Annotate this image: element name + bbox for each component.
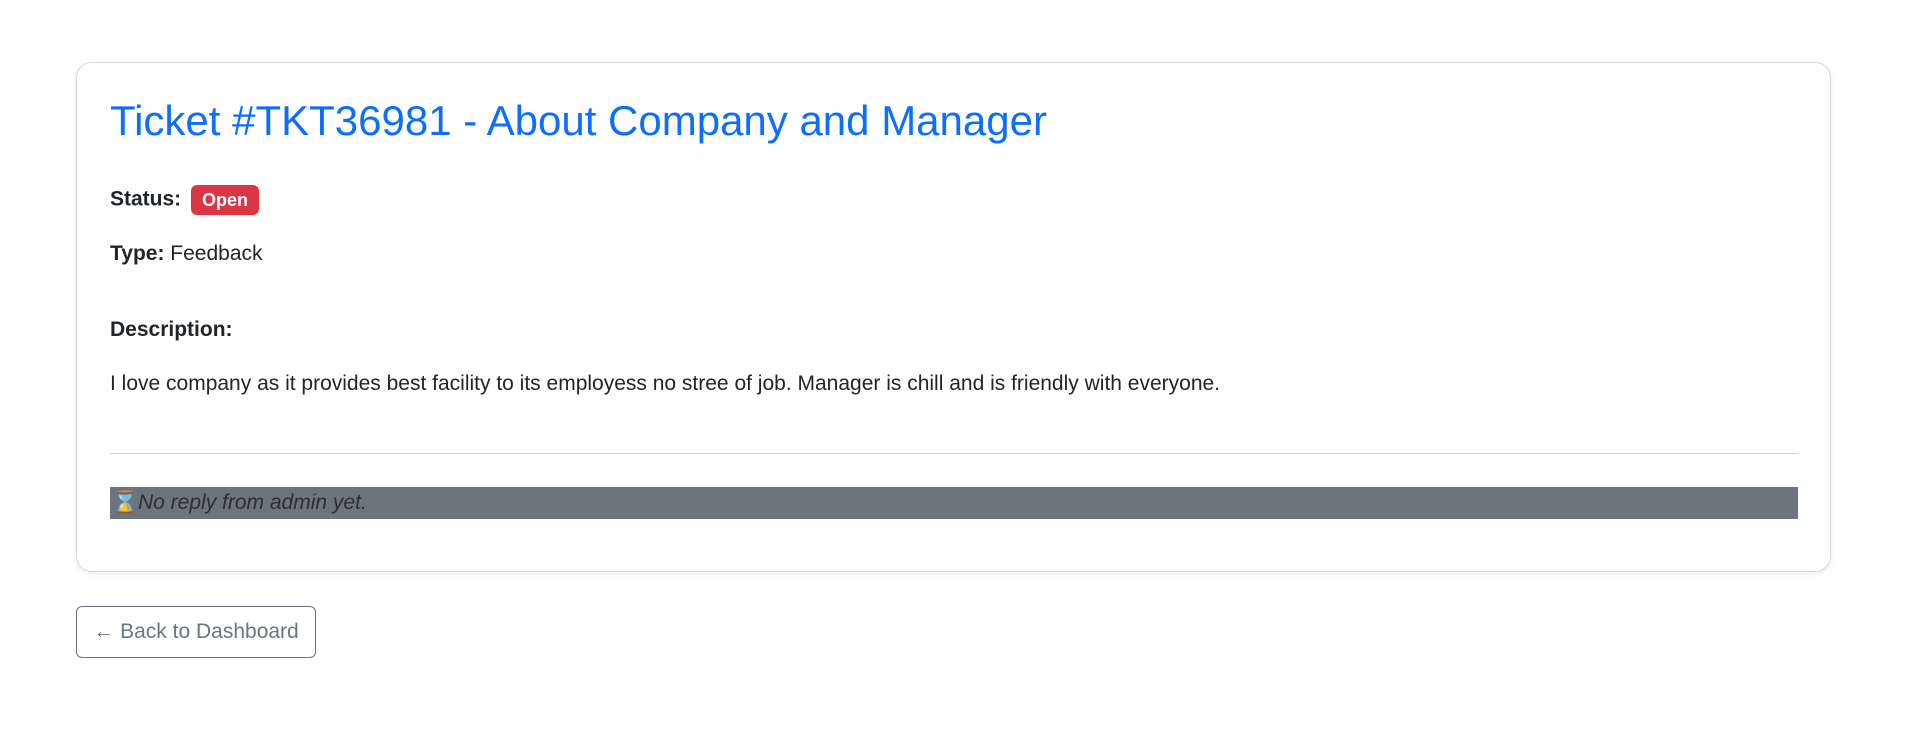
reply-text: No reply from admin yet. [138, 491, 367, 514]
description-label: Description: [110, 318, 233, 341]
status-label: Status: [110, 187, 182, 211]
description-text: I love company as it provides best facil… [110, 372, 1221, 395]
description-heading: Description: [110, 317, 233, 342]
type-row: Type: Feedback [110, 241, 263, 266]
type-label: Type: [110, 242, 165, 265]
ticket-card: Ticket #TKT36981 - About Company and Man… [76, 62, 1831, 572]
hourglass-icon: ⌛ [112, 491, 139, 514]
back-to-dashboard-button[interactable]: ← Back to Dashboard [76, 606, 316, 658]
page-title: Ticket #TKT36981 - About Company and Man… [110, 97, 1047, 144]
status-badge: Open [191, 185, 260, 215]
status-row: Status: Open [110, 185, 260, 215]
divider [110, 453, 1798, 454]
type-value: Feedback [170, 242, 263, 265]
admin-reply-notice: ⌛No reply from admin yet. [110, 487, 1798, 519]
